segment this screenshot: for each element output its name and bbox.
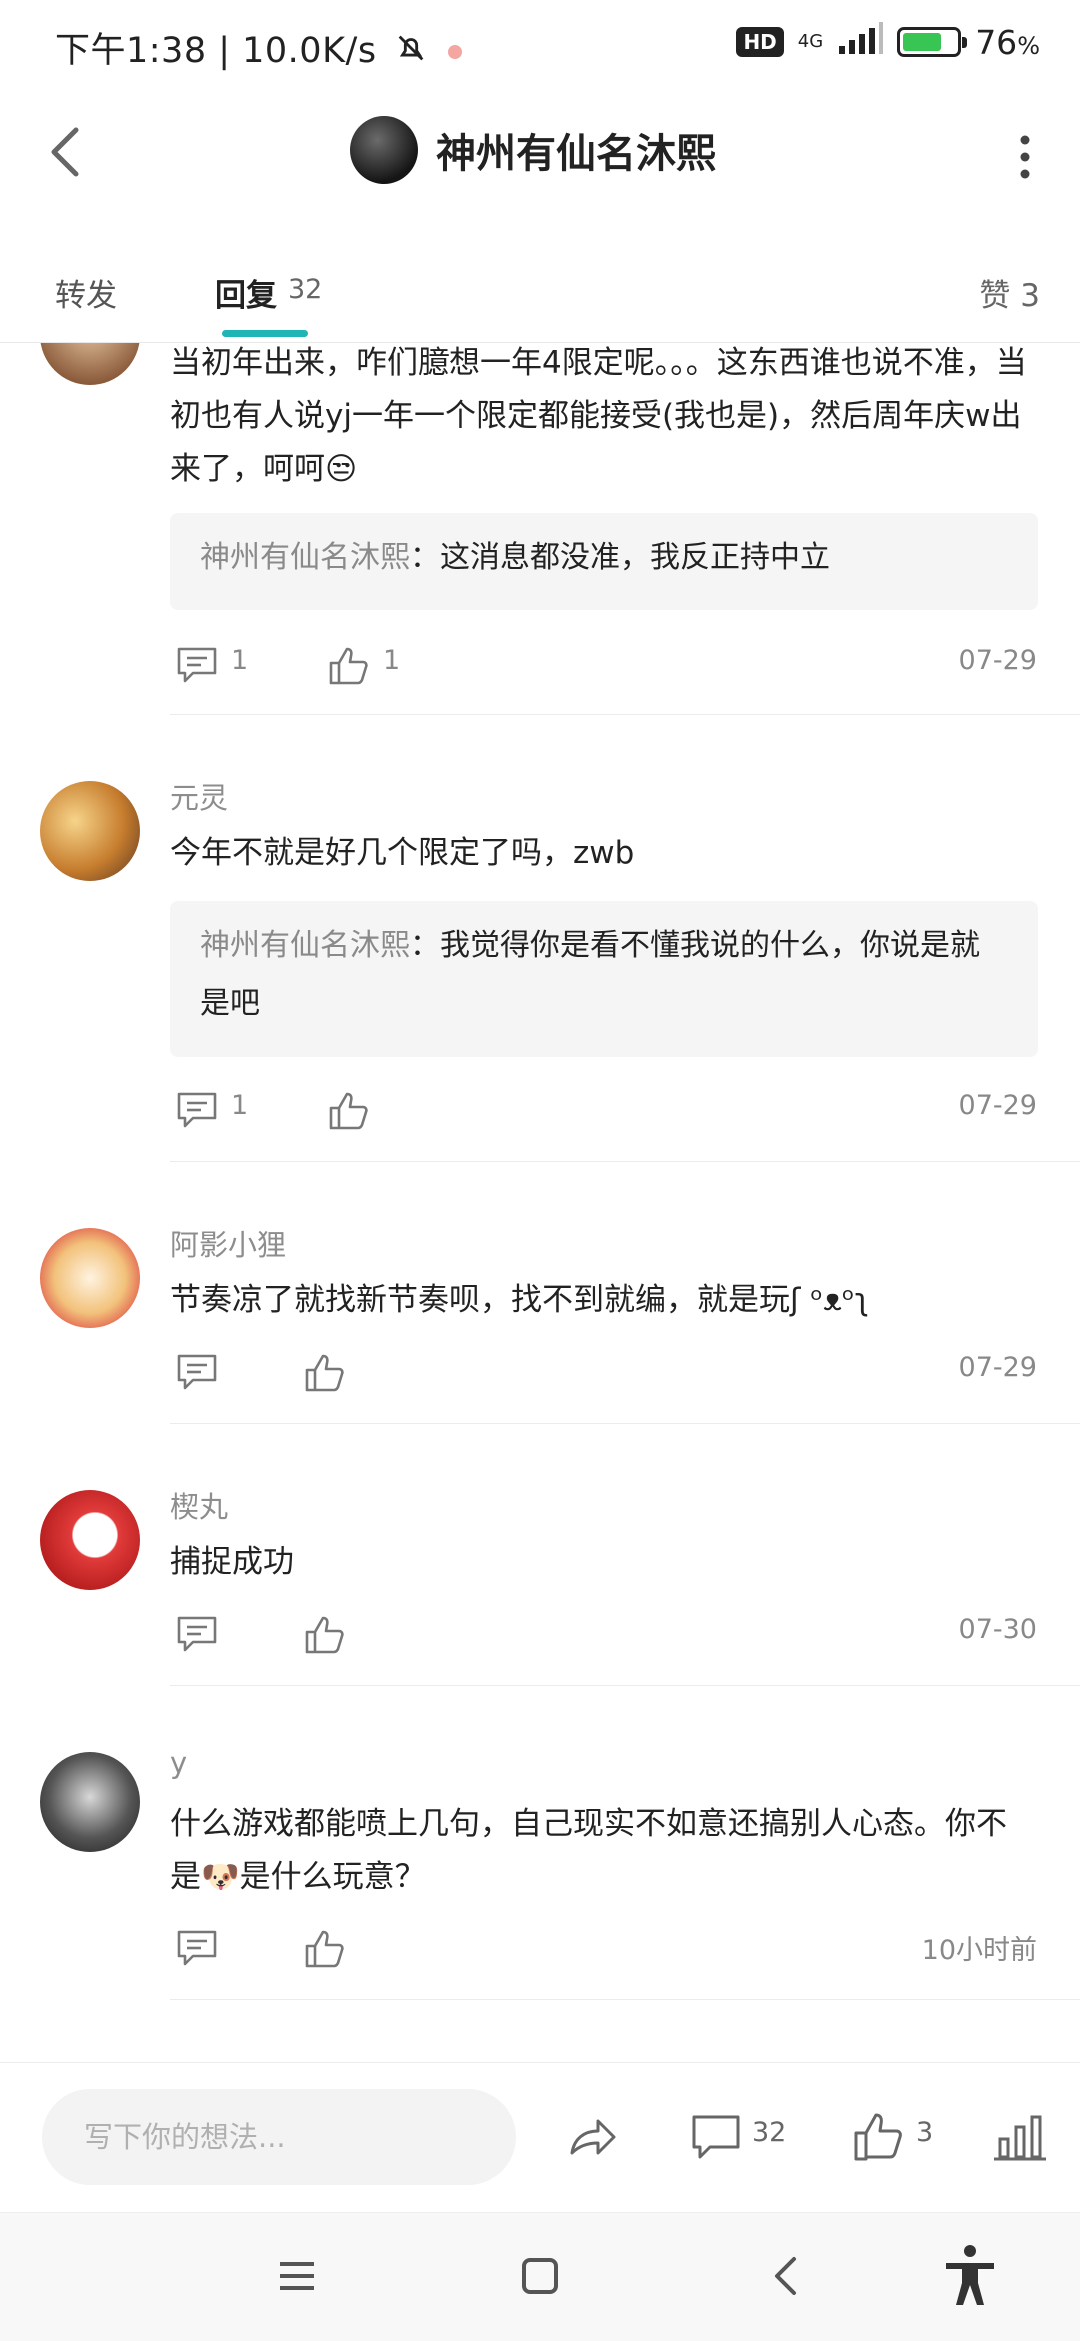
comment-text: 什么游戏都能喷上几句，自己现实不如意还搞别人心态。你不是🐶是什么玩意？ — [170, 1806, 1007, 1895]
more-button[interactable] — [1010, 132, 1040, 182]
reply-count: 1 — [231, 1090, 249, 1121]
header: 神州有仙名沐熙 — [0, 92, 1080, 212]
avatar[interactable] — [40, 343, 140, 385]
comment-icon[interactable] — [688, 2109, 744, 2165]
bottom-action-bar: 写下你的想法... 32 3 — [0, 2062, 1080, 2213]
thumbs-up-icon[interactable] — [327, 643, 371, 687]
comment-text: 捕捉成功 — [170, 1544, 294, 1580]
system-nav-bar — [0, 2212, 1080, 2341]
like-count: 1 — [383, 645, 401, 676]
battery-icon — [897, 27, 968, 57]
comment-item: 当初年出来，咋们臆想一年4限定呢。。。这东西谁也说不准，当初也有人说yj一年一个… — [0, 343, 1080, 715]
comment-text: 节奏凉了就找新节奏呗，找不到就编，就是玩ʃ ᵒᴥᵒʅ — [170, 1282, 870, 1318]
comment-count: 32 — [752, 2117, 787, 2148]
signal-icon — [837, 22, 884, 62]
status-right: HD 4G 76% — [736, 22, 1040, 62]
reply-text: ：这消息都没准，我反正持中立 — [410, 540, 830, 575]
avatar[interactable] — [40, 1490, 140, 1590]
tab-bar: 转发 回复 32 赞 3 — [0, 230, 1080, 343]
header-user[interactable]: 神州有仙名沐熙 — [350, 116, 716, 184]
share-icon[interactable] — [564, 2109, 620, 2165]
comment-username[interactable]: 元灵 — [170, 775, 228, 817]
like-count: 3 — [916, 2117, 934, 2148]
stats-icon[interactable] — [992, 2109, 1048, 2165]
comment-actions: 1 07-29 — [175, 1088, 1037, 1138]
back-button[interactable] — [40, 122, 100, 182]
thumbs-up-icon[interactable] — [327, 1088, 371, 1132]
comment-username[interactable]: y — [170, 1746, 187, 1780]
comment-actions: 07-30 — [175, 1612, 1037, 1662]
thumbs-up-icon[interactable] — [303, 1926, 347, 1970]
reply-preview[interactable]: 神州有仙名沐熙：这消息都没准，我反正持中立 — [170, 513, 1038, 610]
accessibility-icon[interactable] — [940, 2243, 1000, 2307]
network-type: 4G — [797, 31, 824, 52]
status-bar: 下午1:38 | 10.0K/s HD 4G 76% — [0, 0, 1080, 92]
comment-actions: 07-29 — [175, 1350, 1037, 1400]
battery-unit: % — [1017, 31, 1040, 60]
tab-active-indicator — [222, 330, 308, 337]
avatar[interactable] — [40, 781, 140, 881]
comment-actions: 1 1 07-29 — [175, 643, 1037, 693]
thumbs-up-icon[interactable] — [852, 2109, 908, 2165]
tab-reply[interactable]: 回复 — [215, 270, 277, 315]
comment-username[interactable]: 楔丸 — [170, 1484, 228, 1526]
comment-date: 10小时前 — [921, 1935, 1037, 1966]
comment-text: 今年不就是好几个限定了吗，zwb — [170, 835, 635, 871]
tab-repost[interactable]: 转发 — [55, 270, 117, 315]
comment-icon[interactable] — [175, 1612, 219, 1656]
comment-date: 07-29 — [958, 1090, 1037, 1121]
thumbs-up-icon[interactable] — [303, 1612, 347, 1656]
reply-count: 1 — [231, 645, 249, 676]
avatar[interactable] — [40, 1228, 140, 1328]
tab-like[interactable]: 赞 3 — [979, 270, 1040, 315]
comment-item: y 什么游戏都能喷上几句，自己现实不如意还搞别人心态。你不是🐶是什么玩意？ 10… — [0, 1686, 1080, 2002]
chevron-left-icon — [51, 127, 79, 177]
reply-author[interactable]: 神州有仙名沐熙 — [200, 928, 410, 963]
reply-author[interactable]: 神州有仙名沐熙 — [200, 540, 410, 575]
comment-date: 07-30 — [958, 1614, 1037, 1645]
comment-item: 阿影小狸 节奏凉了就找新节奏呗，找不到就编，就是玩ʃ ᵒᴥᵒʅ 07-29 — [0, 1162, 1080, 1424]
avatar[interactable] — [40, 1752, 140, 1852]
more-vertical-icon — [1020, 135, 1030, 179]
comment-text: 当初年出来，咋们臆想一年4限定呢。。。这东西谁也说不准，当初也有人说yj一年一个… — [170, 345, 1027, 487]
home-icon[interactable] — [515, 2251, 565, 2301]
tab-reply-count: 32 — [288, 274, 323, 305]
comment-item: 楔丸 捕捉成功 07-30 — [0, 1424, 1080, 1686]
comment-icon[interactable] — [175, 1088, 219, 1132]
comment-actions: 10小时前 — [175, 1926, 1037, 1976]
status-time-speed: 下午1:38 | 10.0K/s — [55, 22, 462, 74]
comment-icon[interactable] — [175, 1926, 219, 1970]
notification-dot-icon — [447, 45, 462, 59]
reply-preview[interactable]: 神州有仙名沐熙：我觉得你是看不懂我说的什么，你说是就是吧 — [170, 901, 1038, 1057]
menu-icon[interactable] — [272, 2251, 322, 2301]
comment-icon[interactable] — [175, 1350, 219, 1394]
comment-icon[interactable] — [175, 643, 219, 687]
hd-badge: HD — [736, 27, 784, 57]
comment-date: 07-29 — [958, 645, 1037, 676]
mute-bell-icon — [394, 31, 428, 74]
battery-percent: 76 — [975, 22, 1018, 62]
divider — [170, 1999, 1080, 2000]
back-icon[interactable] — [762, 2251, 812, 2301]
avatar[interactable] — [350, 116, 418, 184]
thumbs-up-icon[interactable] — [303, 1350, 347, 1394]
comment-date: 07-29 — [958, 1352, 1037, 1383]
comment-input[interactable]: 写下你的想法... — [42, 2089, 516, 2185]
page-title: 神州有仙名沐熙 — [436, 131, 716, 177]
comment-item: 元灵 今年不就是好几个限定了吗，zwb 神州有仙名沐熙：我觉得你是看不懂我说的什… — [0, 715, 1080, 1162]
comment-username[interactable]: 阿影小狸 — [170, 1222, 286, 1264]
